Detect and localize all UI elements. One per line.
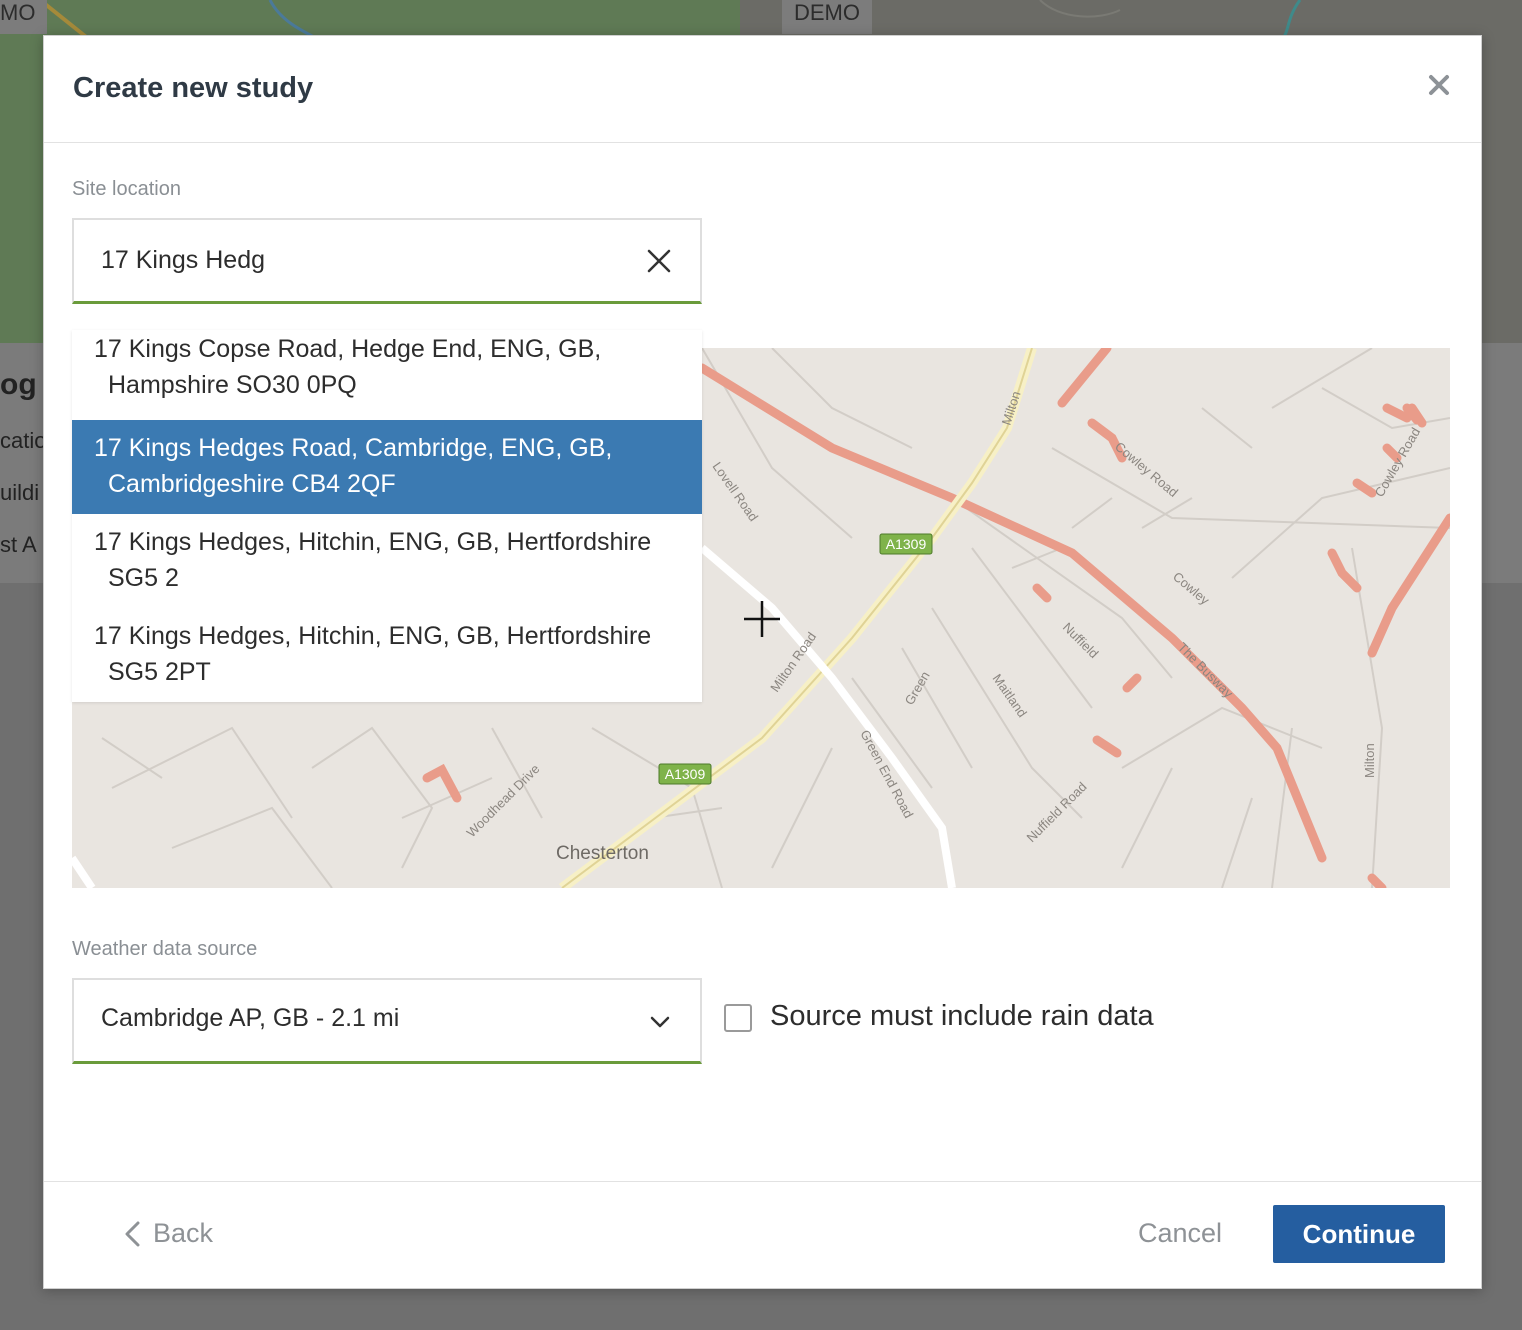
background-line-1: catio [0, 428, 46, 454]
svg-text:A1309: A1309 [886, 536, 927, 552]
site-location-label: Site location [72, 178, 181, 201]
cancel-button[interactable]: Cancel [1138, 1218, 1222, 1249]
site-location-input[interactable] [101, 246, 621, 275]
background-heading: og [0, 368, 37, 402]
back-label: Back [153, 1218, 213, 1249]
modal-header: Create new study [44, 36, 1481, 143]
modal-footer: Back Cancel Continue [44, 1181, 1481, 1289]
weather-source-value: Cambridge AP, GB - 2.1 mi [101, 1004, 621, 1033]
suggestion-item[interactable]: 17 Kings Hedges, Hitchin, ENG, GB, Hertf… [72, 608, 702, 702]
street-label-milton-east: Milton [1362, 743, 1377, 778]
background-line-2: uildi [0, 480, 39, 506]
site-location-field [72, 218, 702, 304]
clear-icon[interactable] [646, 248, 672, 274]
continue-button[interactable]: Continue [1273, 1205, 1445, 1263]
suggestion-item[interactable]: 17 Kings Hedges, Hitchin, ENG, GB, Hertf… [72, 514, 702, 608]
demo-tag-left: MO [0, 0, 47, 34]
background-line-3: st A [0, 532, 37, 558]
modal-title: Create new study [73, 72, 313, 105]
weather-source-select[interactable]: Cambridge AP, GB - 2.1 mi [72, 978, 702, 1064]
suggestion-item-selected[interactable]: 17 Kings Hedges Road, Cambridge, ENG, GB… [72, 420, 702, 514]
location-suggestions: 17 Kings Copse Road, Hedge End, ENG, GB,… [72, 330, 702, 702]
rain-data-checkbox[interactable] [724, 1004, 752, 1032]
demo-tag-right: DEMO [782, 0, 872, 34]
chevron-left-icon [122, 1220, 142, 1248]
road-shield-1: A1309 [880, 534, 932, 554]
create-study-modal: Create new study Site location [43, 35, 1482, 1289]
rain-data-checkbox-label: Source must include rain data [770, 1000, 1154, 1033]
chevron-down-icon [648, 1010, 672, 1034]
svg-text:A1309: A1309 [665, 766, 706, 782]
close-icon[interactable] [1424, 70, 1454, 100]
place-label-chesterton: Chesterton [556, 843, 649, 864]
road-shield-2: A1309 [659, 764, 711, 784]
suggestion-item[interactable]: 17 Kings Copse Road, Hedge End, ENG, GB,… [72, 330, 702, 420]
weather-source-label: Weather data source [72, 938, 257, 961]
